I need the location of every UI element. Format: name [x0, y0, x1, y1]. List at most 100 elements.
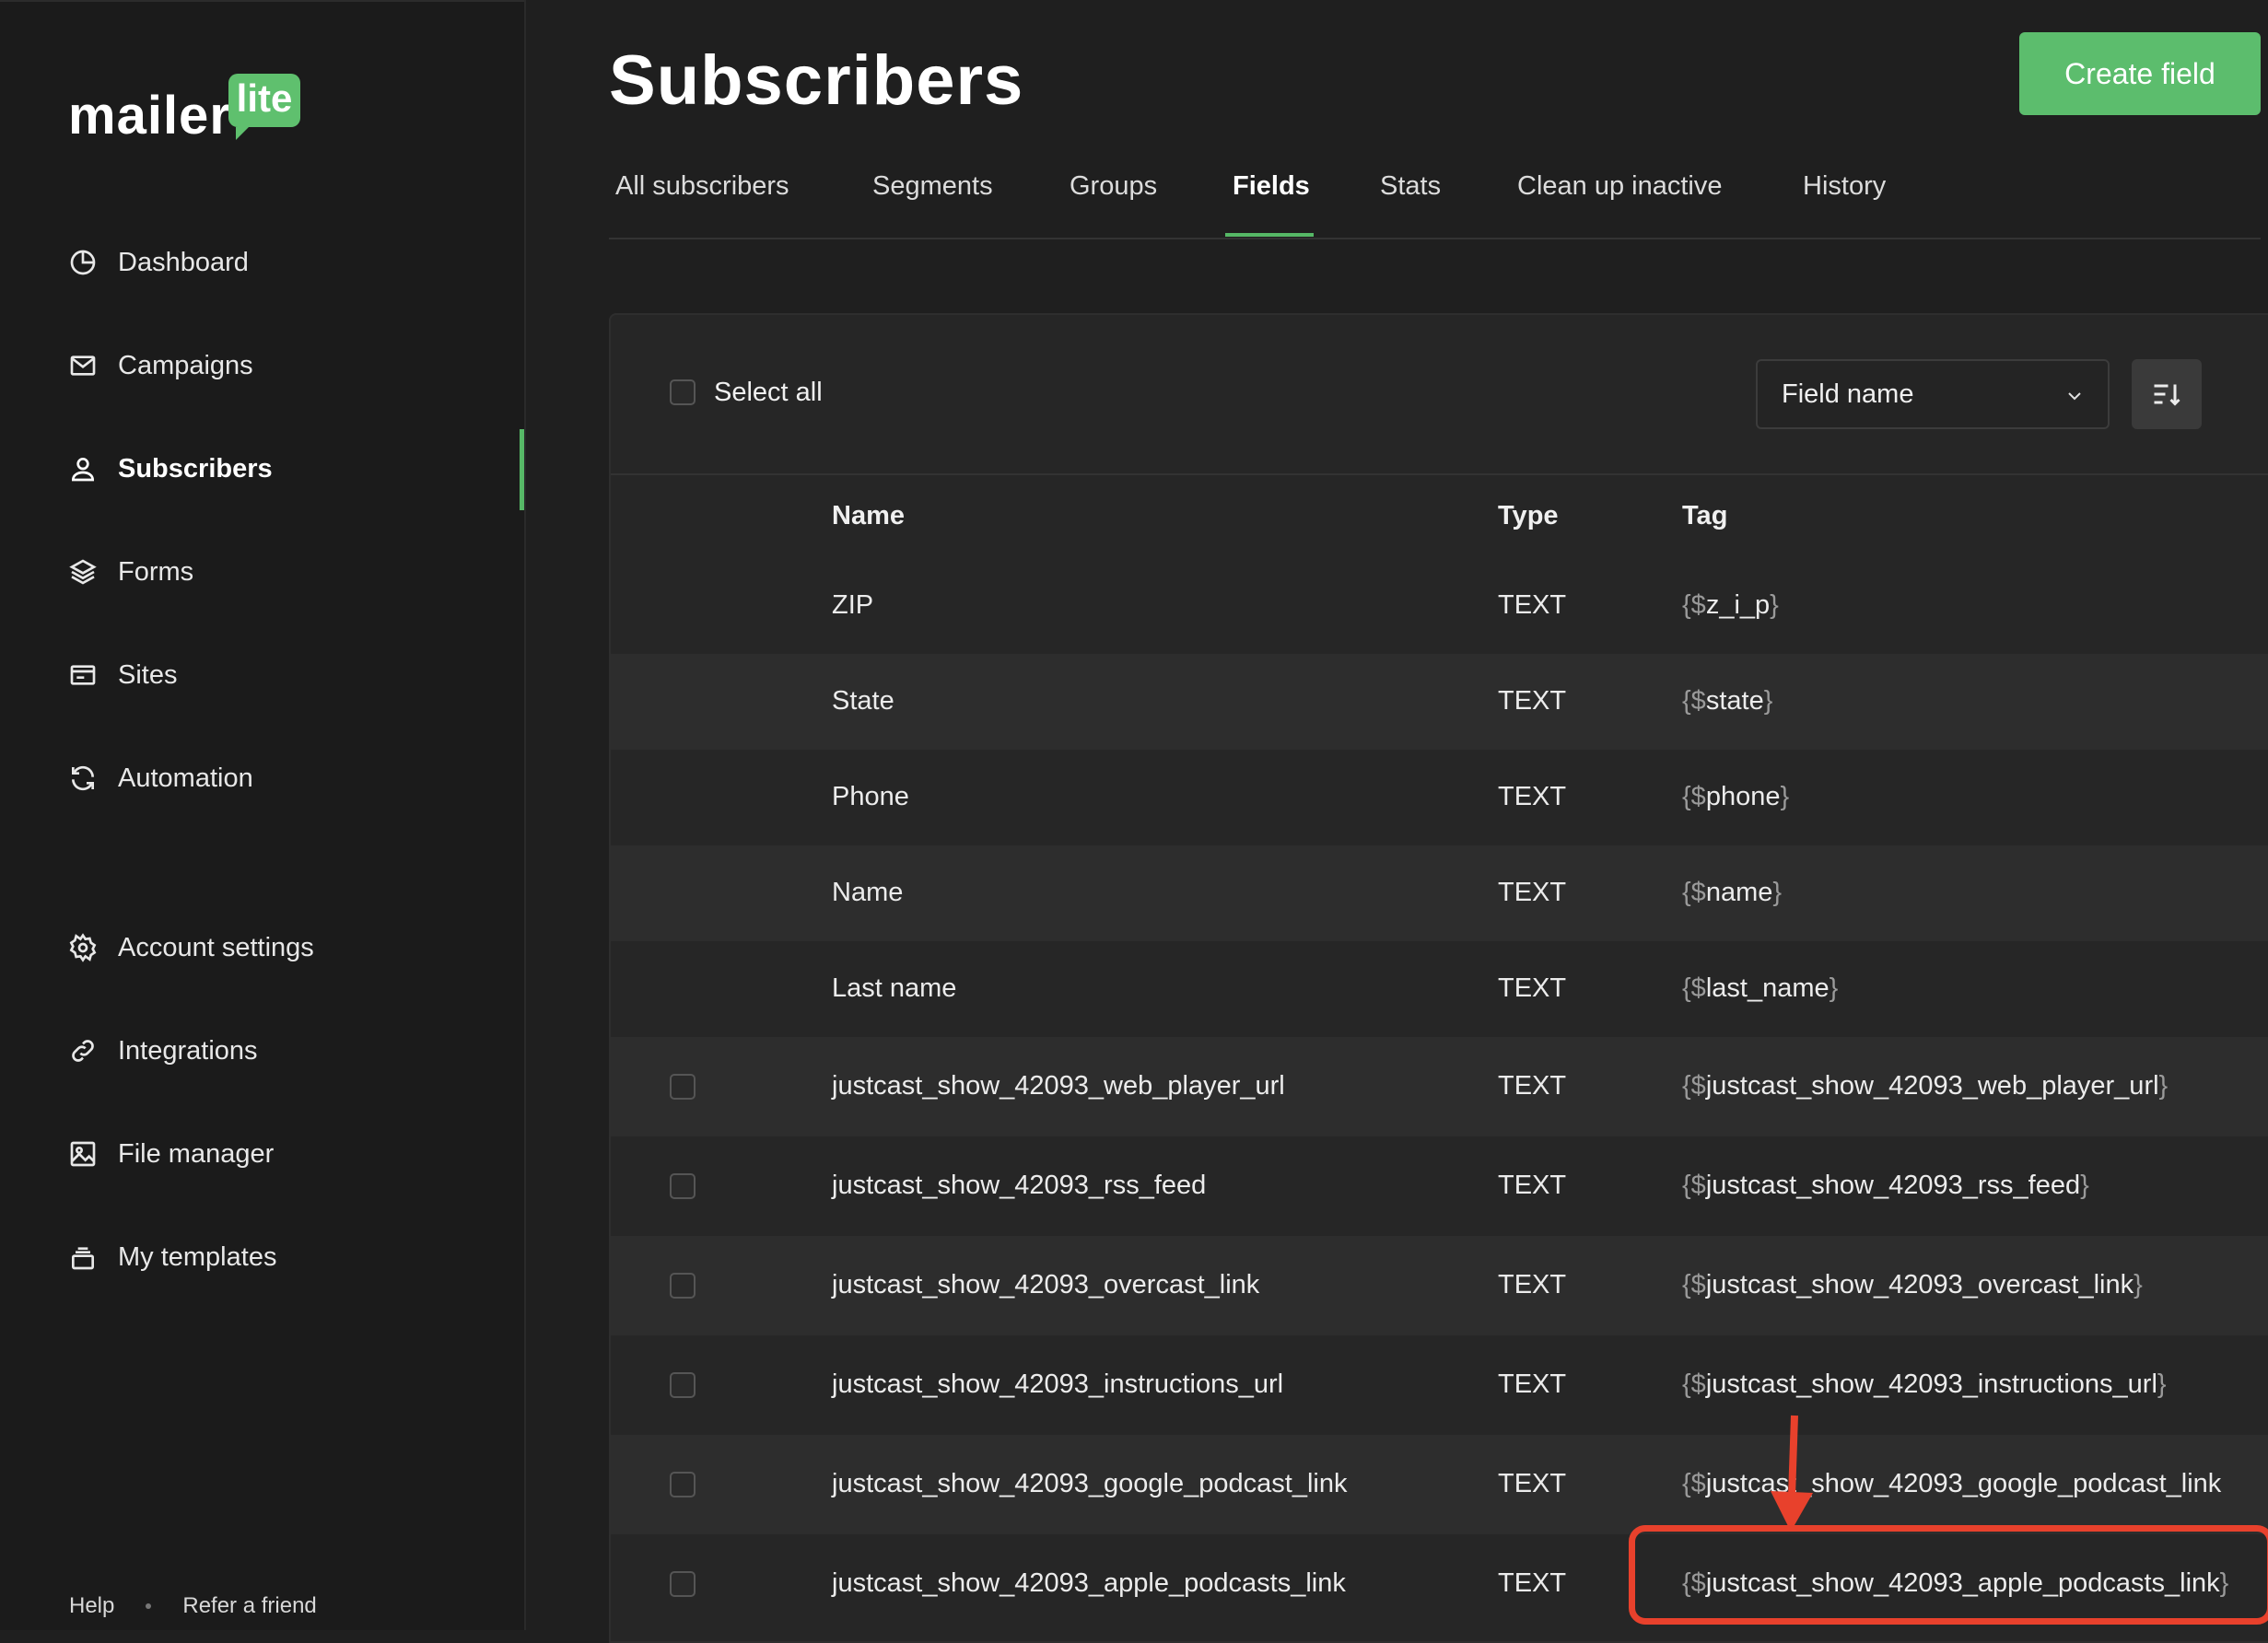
field-tag[interactable]: {$justcast_show_42093_web_player_url} [1682, 1071, 2168, 1101]
logo-word: mailer [68, 86, 231, 146]
field-tag[interactable]: {$state} [1682, 686, 1772, 717]
table-row[interactable]: justcast_show_42093_apple_podcasts_link T… [611, 1534, 2268, 1634]
table-row[interactable]: Name TEXT {$name} [611, 845, 2268, 941]
tag-value: justcast_show_42093_web_player_url [1705, 1071, 2159, 1101]
field-name: Last name [832, 973, 957, 1003]
separator-dot [146, 1603, 152, 1609]
sidebar-item-campaigns[interactable]: Campaigns [68, 338, 510, 393]
row-checkbox[interactable] [670, 1372, 696, 1398]
field-name: ZIP [832, 590, 874, 620]
page-title: Subscribers [609, 41, 1024, 120]
tag-close-brace: } [1770, 590, 1779, 620]
field-name: justcast_show_42093_rss_feed [832, 1171, 1207, 1200]
field-type: TEXT [1498, 1171, 1567, 1200]
sidebar-item-account-settings[interactable]: Account settings [68, 920, 510, 975]
image-icon [70, 1141, 96, 1167]
sidebar-item-label: Integrations [118, 1035, 258, 1066]
table-row[interactable]: Phone TEXT {$phone} [611, 750, 2268, 845]
tag-value: state [1705, 686, 1764, 716]
field-type: TEXT [1498, 1568, 1567, 1598]
refer-a-friend-link[interactable]: Refer a friend [182, 1593, 316, 1619]
tag-value: z_i_p [1705, 590, 1771, 620]
sidebar-item-automation[interactable]: Automation [68, 751, 510, 806]
table-row[interactable]: Last name TEXT {$last_name} [611, 941, 2268, 1037]
link-icon [72, 1040, 94, 1062]
sort-order-button[interactable] [2132, 359, 2202, 429]
tab-stats[interactable]: Stats [1380, 171, 1441, 238]
field-tag[interactable]: {$last_name} [1682, 973, 1838, 1004]
field-name: justcast_show_42093_web_player_url [832, 1071, 1285, 1101]
sidebar-item-label: Subscribers [118, 453, 273, 484]
table-row[interactable]: justcast_show_42093_overcast_link TEXT {$j… [611, 1236, 2268, 1335]
sidebar-item-dashboard[interactable]: Dashboard [68, 235, 510, 290]
field-type: TEXT [1498, 782, 1567, 811]
sidebar-item-file-manager[interactable]: File manager [68, 1126, 510, 1182]
table-row[interactable]: justcast_show_42093_google_podcast_link T… [611, 1435, 2268, 1534]
field-tag[interactable]: {$phone} [1682, 782, 1789, 812]
sort-field-dropdown[interactable]: Field name [1756, 359, 2110, 429]
tag-open-brace: {$ [1682, 1171, 1706, 1200]
table-row[interactable]: justcast_show_42093_instructions_url TEXT… [611, 1335, 2268, 1435]
field-tag[interactable]: {$justcast_show_42093_overcast_link} [1682, 1270, 2143, 1300]
tab-clean-up-inactive[interactable]: Clean up inactive [1517, 171, 1722, 238]
sidebar-item-label: Automation [118, 763, 253, 793]
help-link[interactable]: Help [69, 1593, 114, 1619]
field-tag[interactable]: {$justcast_show_42093_rss_feed} [1682, 1171, 2089, 1201]
field-tag[interactable]: {$name} [1682, 878, 1782, 908]
sidebar-item-my-templates[interactable]: My templates [68, 1229, 510, 1285]
field-name: justcast_show_42093_google_podcast_link [832, 1469, 1348, 1498]
sidebar-item-subscribers[interactable]: Subscribers [68, 441, 510, 496]
select-all-checkbox[interactable] [670, 379, 696, 405]
table-header: Name Type Tag [611, 473, 2268, 560]
field-type: TEXT [1498, 1469, 1567, 1498]
field-tag[interactable]: {$justcast_show_42093_google_podcast_lin… [1682, 1469, 2221, 1499]
tab-history[interactable]: History [1803, 171, 1886, 238]
row-checkbox[interactable] [670, 1173, 696, 1199]
field-tag[interactable]: {$z_i_p} [1682, 590, 1779, 621]
active-nav-indicator [520, 429, 524, 510]
select-all-label[interactable]: Select all [714, 378, 823, 408]
tab-fields[interactable]: Fields [1233, 171, 1310, 238]
tag-open-brace: {$ [1682, 1071, 1706, 1101]
sidebar: mailer lite Dashboard Campaigns Subscrib… [0, 0, 526, 1630]
field-name: Name [832, 878, 904, 907]
sort-descending-icon [2154, 384, 2180, 406]
table-row[interactable]: justcast_show_42093_web_player_url TEXT {$… [611, 1037, 2268, 1136]
sidebar-item-forms[interactable]: Forms [68, 544, 510, 600]
column-header-type[interactable]: Type [1498, 501, 1559, 531]
sidebar-item-sites[interactable]: Sites [68, 647, 510, 703]
tab-segments[interactable]: Segments [872, 171, 993, 238]
row-checkbox[interactable] [670, 1571, 696, 1597]
table-row[interactable]: State TEXT {$state} [611, 654, 2268, 750]
tab-all-subscribers[interactable]: All subscribers [615, 171, 789, 238]
sidebar-item-label: File manager [118, 1138, 275, 1169]
column-header-name[interactable]: Name [832, 501, 905, 531]
tag-close-brace: } [2157, 1369, 2167, 1399]
tag-value: justcast_show_42093_apple_podcasts_link [1705, 1568, 2220, 1598]
pie-chart-icon [70, 250, 96, 275]
sidebar-item-integrations[interactable]: Integrations [68, 1023, 510, 1078]
field-type: TEXT [1498, 590, 1567, 620]
table-row[interactable]: ZIP TEXT {$z_i_p} [611, 558, 2268, 654]
create-field-button[interactable]: Create field [2019, 32, 2261, 115]
field-tag[interactable]: {$justcast_show_42093_apple_podcasts_lin… [1682, 1568, 2228, 1599]
field-type: TEXT [1498, 878, 1567, 907]
field-tag[interactable]: {$justcast_show_42093_instructions_url} [1682, 1369, 2167, 1400]
row-checkbox[interactable] [670, 1074, 696, 1100]
table-row[interactable]: justcast_show_42093_rss_feed TEXT {$justca… [611, 1136, 2268, 1236]
row-checkbox[interactable] [670, 1273, 696, 1299]
sidebar-item-label: Sites [118, 659, 178, 690]
field-name: State [832, 686, 894, 716]
tab-groups[interactable]: Groups [1070, 171, 1157, 238]
layers-icon [69, 559, 97, 585]
mailerlite-logo[interactable]: mailer lite [68, 74, 308, 147]
tag-close-brace: } [2134, 1270, 2143, 1299]
browser-icon [70, 665, 96, 685]
field-name: Phone [832, 782, 909, 811]
row-checkbox[interactable] [670, 1472, 696, 1497]
envelope-icon [70, 355, 96, 376]
sidebar-top-border [0, 0, 524, 2]
column-header-tag[interactable]: Tag [1682, 501, 1727, 531]
tag-open-brace: {$ [1682, 1568, 1706, 1598]
sidebar-item-label: Campaigns [118, 350, 253, 380]
